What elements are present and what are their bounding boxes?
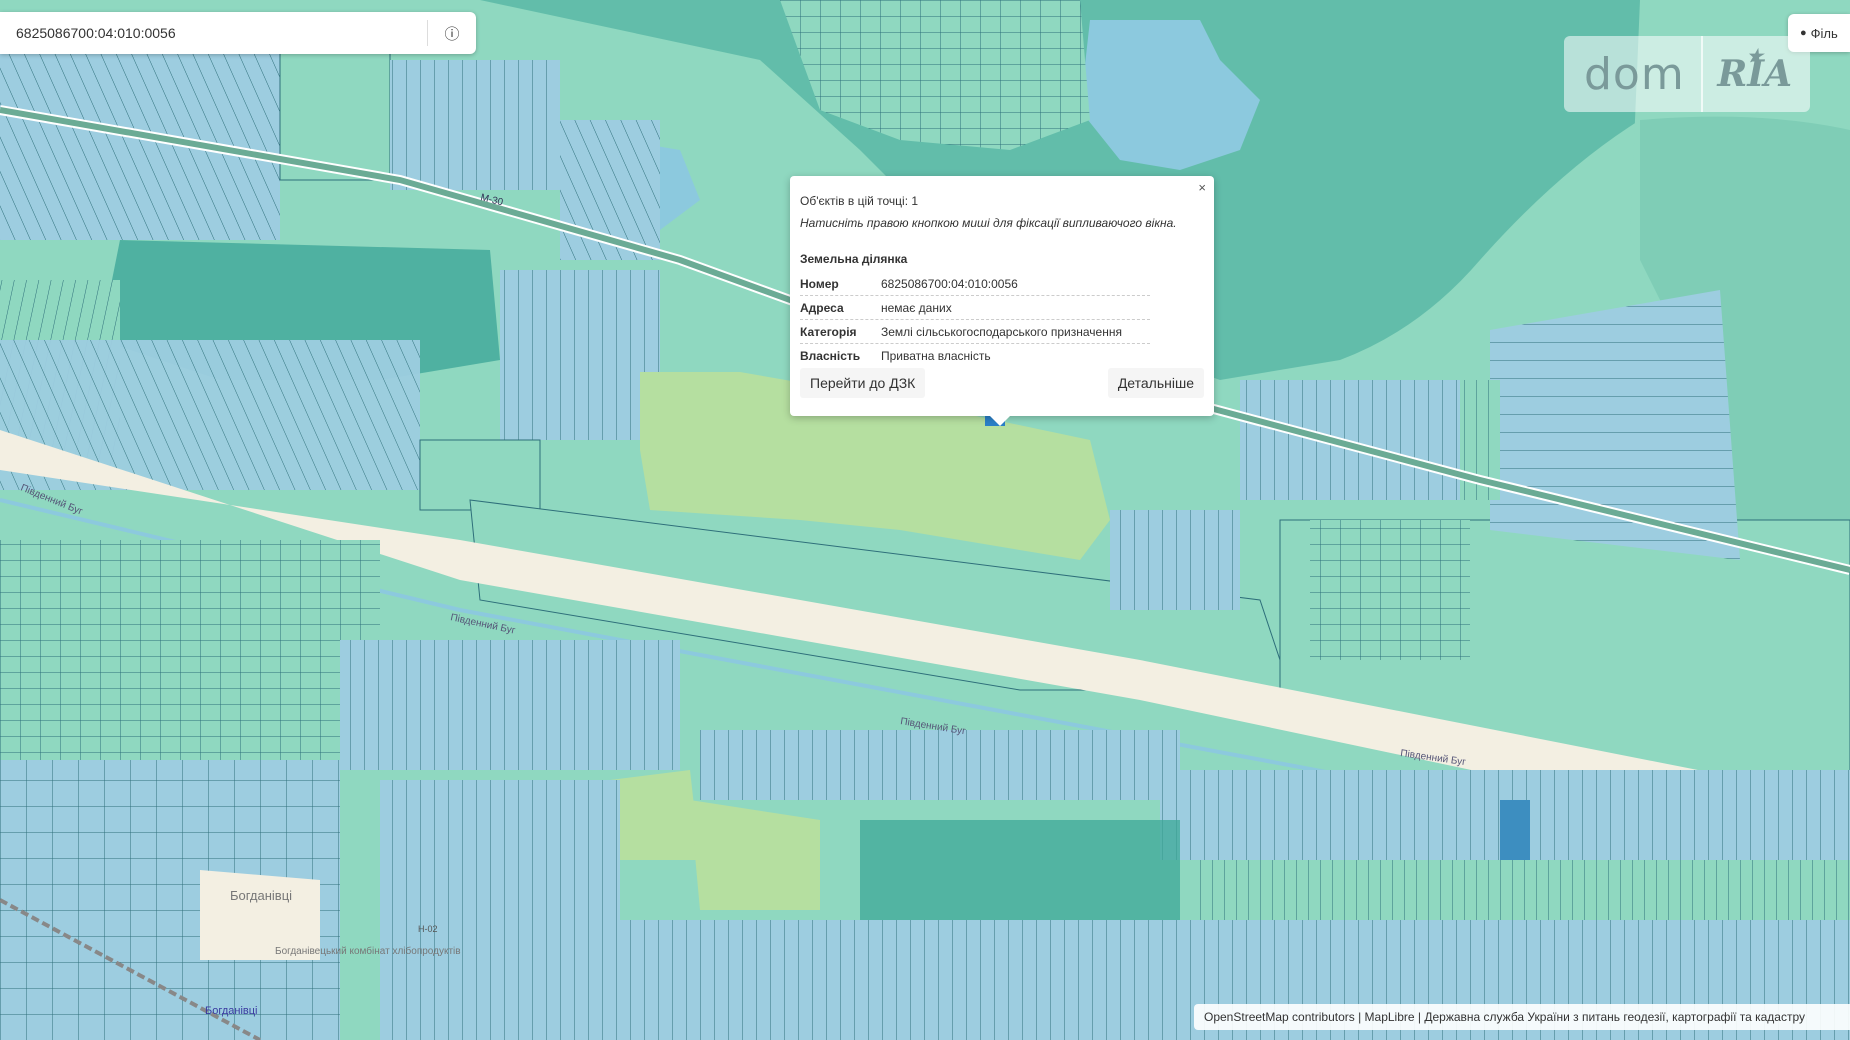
map-label-station: Богданівці	[205, 1005, 258, 1017]
attribute-value: Приватна власність	[881, 348, 991, 363]
section-title: Земельна ділянка	[800, 252, 908, 266]
map-label-road-code: Н-02	[418, 924, 438, 934]
attribute-value: немає даних	[881, 300, 952, 315]
parcels-right-mid	[1240, 380, 1490, 500]
popup-hint: Натисніть правою кнопкою миші для фіксац…	[800, 216, 1177, 230]
info-icon[interactable]: ⓘ	[428, 23, 476, 44]
cadastral-map[interactable]: М-30 Південний Буг Південний Буг Південн…	[0, 0, 1850, 1040]
parcel-attributes: Номер 6825086700:04:010:0056 Адреса нема…	[800, 272, 1150, 367]
star-icon: ★	[1746, 46, 1763, 67]
details-button[interactable]: Детальніше	[1107, 368, 1204, 398]
close-icon[interactable]: ×	[1198, 180, 1206, 195]
attribute-key: Адреса	[800, 300, 844, 315]
attribute-row: Адреса немає даних	[800, 296, 1150, 320]
attribute-row: Категорія Землі сільськогосподарського п…	[800, 320, 1150, 344]
village-parcels	[0, 540, 380, 760]
attribute-key: Категорія	[800, 324, 857, 339]
parcels-upper-left	[0, 50, 280, 240]
attribute-row: Номер 6825086700:04:010:0056	[800, 272, 1150, 296]
attribute-key: Номер	[800, 276, 839, 291]
map-label-village: Богданівці	[230, 888, 292, 903]
go-to-dzk-button[interactable]: Перейти до ДЗК	[800, 368, 926, 398]
cadastral-search-box[interactable]: 6825086700:04:010:0056 ⓘ	[0, 12, 476, 54]
attribute-value: 6825086700:04:010:0056	[881, 276, 1018, 291]
domria-logo: dom ★ RIA	[1564, 36, 1810, 112]
objects-count: Об'єктів в цій точці: 1	[800, 194, 919, 208]
parcels-lower-center	[700, 730, 1180, 800]
logo-ria-text: ★ RIA	[1700, 36, 1807, 112]
attribute-row: Власність Приватна власність	[800, 344, 1150, 367]
logo-dom-text: dom	[1584, 48, 1685, 100]
map-attribution[interactable]: OpenStreetMap contributors | MapLibre | …	[1194, 1004, 1850, 1030]
attribute-key: Власність	[800, 348, 861, 363]
parcel-info-popup: × Об'єктів в цій точці: 1 Натисніть прав…	[790, 176, 1214, 426]
attribute-value: Землі сільськогосподарського призначення	[881, 324, 1122, 339]
filters-label: Філь	[1810, 25, 1838, 41]
search-query[interactable]: 6825086700:04:010:0056	[0, 25, 427, 41]
map-label-factory: Богданівецький комбінат хлібопродуктів	[275, 945, 461, 957]
popup-pointer	[990, 416, 1010, 426]
